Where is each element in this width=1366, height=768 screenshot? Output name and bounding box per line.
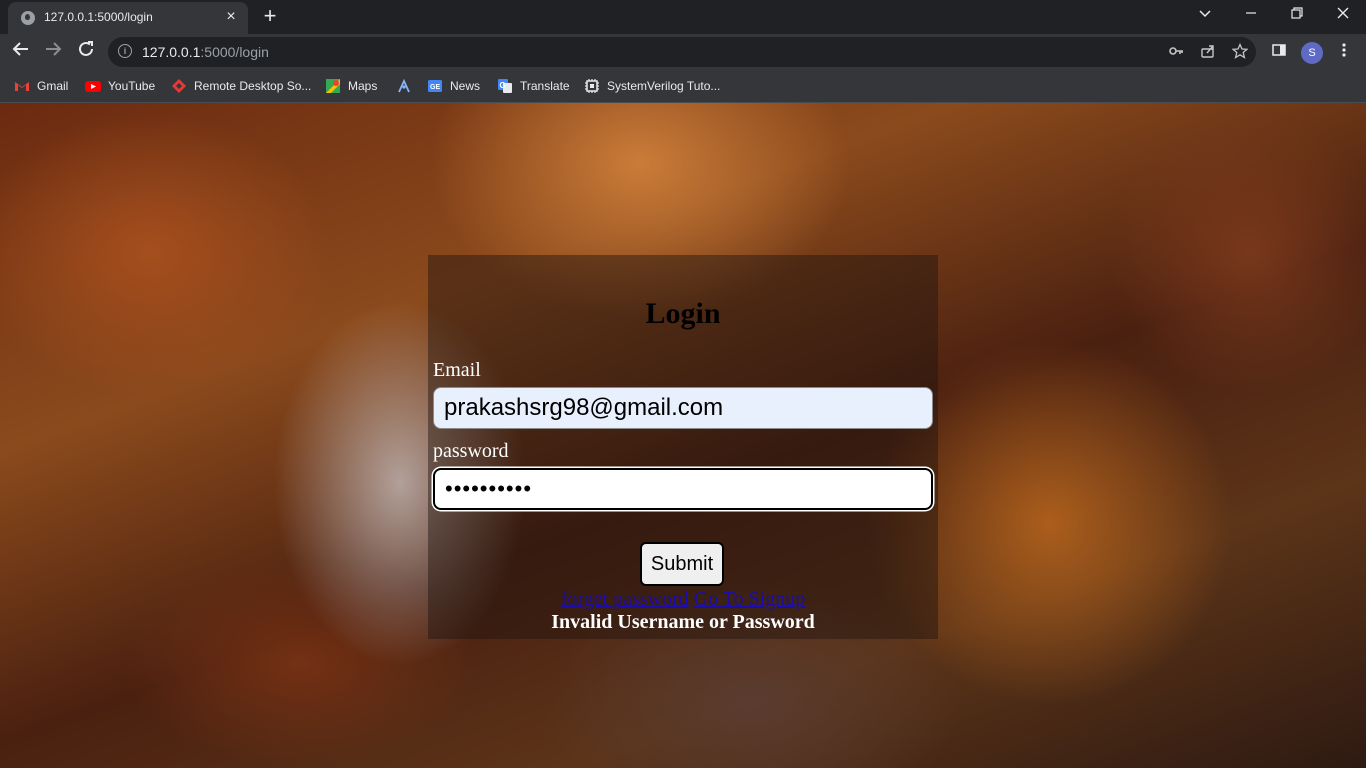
bookmark-translate[interactable]: G Translate [497, 76, 570, 96]
login-form: Login Email password •••••••••• Submit f… [428, 255, 938, 639]
tab-search-icon[interactable] [1182, 0, 1228, 32]
page-background: Login Email password •••••••••• Submit f… [0, 103, 1366, 768]
gmail-icon [14, 78, 30, 94]
reload-icon[interactable] [73, 39, 99, 65]
forward-arrow-icon[interactable] [40, 39, 66, 65]
bookmark-systemverilog[interactable]: SystemVerilog Tuto... [584, 76, 720, 96]
new-tab-button[interactable]: + [259, 5, 281, 27]
globe-icon [21, 11, 35, 25]
error-message: Invalid Username or Password [551, 611, 815, 633]
close-tab-icon[interactable]: × [222, 8, 240, 26]
chip-icon [584, 78, 600, 94]
youtube-icon [85, 78, 101, 94]
submit-button[interactable]: Submit [640, 542, 724, 586]
bookmarks-bar: Gmail YouTube Remote Desktop So... Maps … [0, 70, 1366, 103]
key-icon[interactable] [1166, 43, 1186, 63]
unnamed-bookmark-icon [396, 78, 412, 94]
close-window-icon[interactable] [1320, 0, 1366, 32]
restore-icon[interactable] [1274, 0, 1320, 32]
site-info-icon[interactable]: i [118, 44, 132, 58]
password-label: password [433, 440, 509, 462]
svg-text:GE: GE [430, 84, 440, 91]
bookmark-maps[interactable]: Maps [325, 76, 377, 96]
svg-text:G: G [500, 81, 506, 90]
side-panel-icon[interactable] [1269, 42, 1289, 62]
back-arrow-icon[interactable] [8, 39, 34, 65]
share-icon[interactable] [1198, 43, 1218, 63]
browser-toolbar: i 127.0.0.1:5000/login S [0, 34, 1366, 70]
maps-icon [325, 78, 341, 94]
minimize-icon[interactable] [1228, 0, 1274, 32]
kebab-menu-icon[interactable] [1334, 42, 1354, 62]
email-label: Email [433, 359, 481, 381]
bookmark-news[interactable]: GE News [427, 76, 480, 96]
bookmark-gmail[interactable]: Gmail [14, 76, 68, 96]
url-text[interactable]: 127.0.0.1:5000/login [142, 44, 269, 60]
signup-link[interactable]: Go To Signup [694, 588, 806, 610]
bookmark-youtube[interactable]: YouTube [85, 76, 155, 96]
tab-strip: 127.0.0.1:5000/login × + [0, 0, 1366, 34]
browser-tab[interactable]: 127.0.0.1:5000/login × [8, 2, 248, 34]
remote-desktop-icon [171, 78, 187, 94]
email-field[interactable] [433, 387, 933, 429]
bookmark-star-icon[interactable] [1230, 42, 1250, 63]
auth-links: forget password Go To Signup [428, 588, 938, 611]
translate-icon: G [497, 78, 513, 94]
address-bar[interactable]: i 127.0.0.1:5000/login [108, 37, 1256, 67]
password-field[interactable]: •••••••••• [433, 468, 933, 510]
bookmark-remote-desktop[interactable]: Remote Desktop So... [171, 76, 311, 96]
tab-title: 127.0.0.1:5000/login [44, 10, 153, 24]
page-title: Login [645, 297, 721, 330]
news-icon: GE [427, 78, 443, 94]
profile-avatar[interactable]: S [1301, 42, 1323, 64]
bookmark-unnamed[interactable] [396, 76, 419, 96]
forgot-password-link[interactable]: forget password [561, 588, 689, 610]
